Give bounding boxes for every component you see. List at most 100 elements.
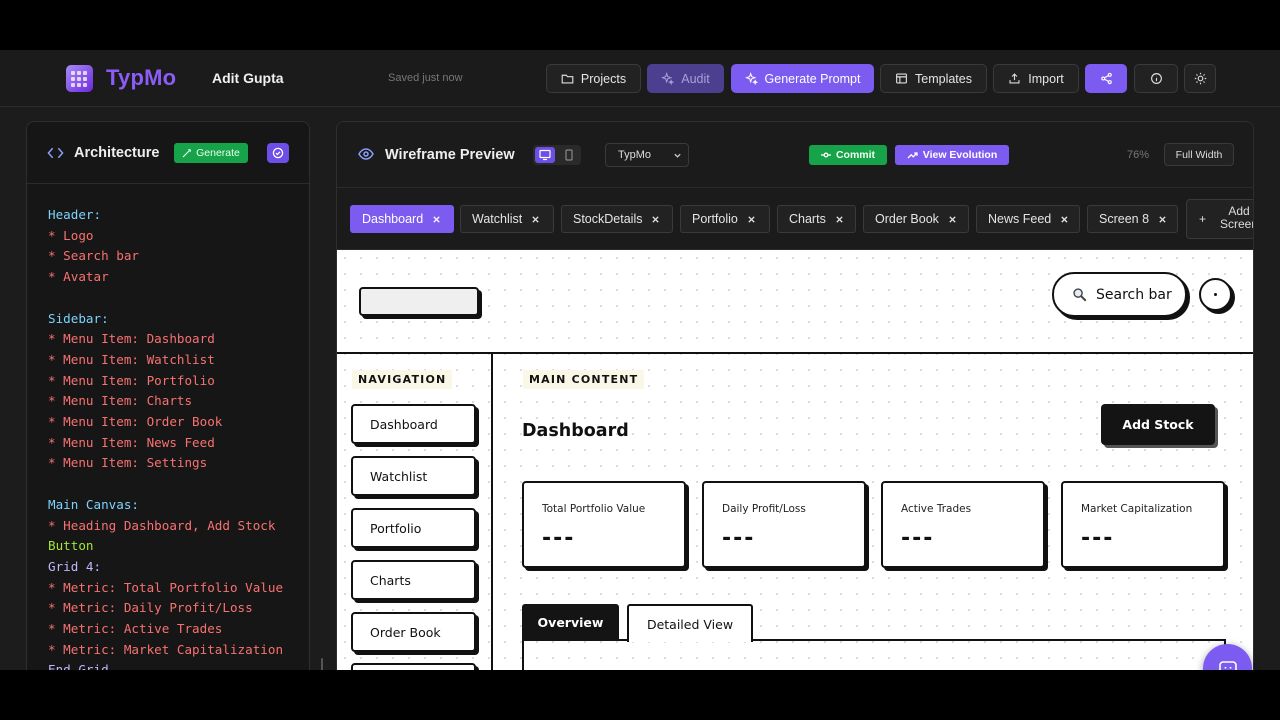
full-width-button[interactable]: Full Width xyxy=(1164,143,1234,166)
import-button[interactable]: Import xyxy=(993,64,1079,93)
wf-metric-label: Daily Profit/Loss xyxy=(722,503,806,515)
share-button[interactable] xyxy=(1085,64,1127,93)
screen-tab[interactable]: StockDetails xyxy=(561,205,673,233)
screen-tab-label: Dashboard xyxy=(362,212,424,226)
wireframe-preview-panel: Wireframe Preview TypMo Commit View Evol… xyxy=(336,121,1254,670)
code-line: Main Canvas: xyxy=(48,496,139,512)
wf-metric-value: --- xyxy=(722,526,756,551)
sparkles-icon xyxy=(661,72,675,85)
code-line: * Menu Item: Portfolio xyxy=(48,372,215,388)
upload-icon xyxy=(1009,73,1020,84)
panel-resize-handle[interactable] xyxy=(321,658,323,670)
close-icon[interactable] xyxy=(835,215,844,224)
close-icon[interactable] xyxy=(1060,215,1069,224)
wf-search-bar: Search bar xyxy=(1052,272,1187,317)
screen-tab[interactable]: Watchlist xyxy=(460,205,554,233)
screen-tab-label: Watchlist xyxy=(472,212,523,226)
code-line: Header: xyxy=(48,207,102,222)
audit-button[interactable]: Audit xyxy=(647,64,724,93)
close-icon[interactable] xyxy=(432,215,441,224)
device-toggle xyxy=(533,145,581,165)
chat-bot-icon xyxy=(1218,660,1237,670)
close-icon[interactable] xyxy=(747,215,756,224)
code-line: ​ xyxy=(48,474,298,495)
wf-metric-card: Daily Profit/Loss --- xyxy=(702,481,866,568)
close-icon[interactable] xyxy=(651,215,660,224)
code-line: * Logo xyxy=(48,227,94,243)
phone-icon xyxy=(565,149,573,161)
top-bar: TypMo Adit Gupta Saved just now Projects… xyxy=(0,50,1280,107)
architecture-panel: Architecture Generate Header: * Logo * Sea… xyxy=(26,121,310,670)
code-line: * Avatar xyxy=(48,269,109,285)
sparkles-icon xyxy=(744,72,758,85)
code-line: ​ xyxy=(48,288,298,309)
wf-main-content-tag: MAIN CONTENT xyxy=(523,370,645,389)
view-evolution-button[interactable]: View Evolution xyxy=(895,145,1009,165)
wf-nav-item: Portfolio xyxy=(351,508,476,548)
screen-tab[interactable]: News Feed xyxy=(976,205,1080,233)
screen-tab[interactable]: Charts xyxy=(777,205,856,233)
wf-add-stock-button: Add Stock xyxy=(1101,404,1215,445)
wf-navigation-tag: NAVIGATION xyxy=(352,370,453,389)
search-icon xyxy=(1073,288,1087,302)
zoom-level: 76% xyxy=(1127,149,1150,161)
code-line: End Grid xyxy=(48,662,109,670)
architecture-code-editor[interactable]: Header:* Logo* Search bar* Avatar​Sideba… xyxy=(48,205,298,670)
app-window: TypMo Adit Gupta Saved just now Projects… xyxy=(0,50,1280,670)
validate-button[interactable] xyxy=(267,143,289,163)
theme-toggle-button[interactable] xyxy=(1184,64,1216,93)
wf-tab-detailed-view: Detailed View xyxy=(627,604,753,642)
wand-icon xyxy=(182,149,192,158)
wf-metric-card: Market Capitalization --- xyxy=(1061,481,1225,568)
monitor-icon xyxy=(539,149,551,161)
desktop-view-button[interactable] xyxy=(535,147,555,163)
wf-nav-item: Dashboard xyxy=(351,404,476,444)
preview-header: Wireframe Preview TypMo Commit View Evol… xyxy=(337,122,1253,188)
code-line: * Menu Item: Charts xyxy=(48,393,193,409)
wf-tab-overview: Overview xyxy=(522,604,619,641)
wireframe-canvas[interactable]: Search bar NAVIGATION MAIN CONTENT Dashb… xyxy=(337,250,1253,670)
info-button[interactable] xyxy=(1134,64,1178,93)
sun-icon xyxy=(1194,72,1206,85)
wf-sidebar-divider xyxy=(491,352,493,670)
wf-metric-card: Total Portfolio Value --- xyxy=(522,481,686,568)
close-icon[interactable] xyxy=(948,215,957,224)
mobile-view-button[interactable] xyxy=(559,147,579,163)
chevron-down-icon xyxy=(674,153,681,158)
code-icon xyxy=(47,147,64,159)
wf-nav-item xyxy=(351,663,476,670)
wf-page-heading: Dashboard xyxy=(522,421,629,441)
wf-metric-label: Total Portfolio Value xyxy=(542,503,646,515)
plus-icon: + xyxy=(1199,212,1207,226)
projects-button[interactable]: Projects xyxy=(546,64,641,93)
eye-icon xyxy=(358,148,374,160)
screen-tab[interactable]: Dashboard xyxy=(350,205,454,233)
screen-tab[interactable]: Screen 8 xyxy=(1087,205,1178,233)
screen-tabs: Dashboard Watchlist StockDetails Portfolio C… xyxy=(337,188,1253,250)
close-icon[interactable] xyxy=(1158,215,1167,224)
project-select[interactable]: TypMo xyxy=(605,143,689,167)
wf-tab-content xyxy=(522,641,1226,670)
code-line: * Menu Item: Watchlist xyxy=(48,351,215,367)
wf-nav-item: Charts xyxy=(351,560,476,600)
add-screen-button[interactable]: + Add Screen xyxy=(1186,199,1253,239)
logo-icon xyxy=(66,65,93,92)
wf-metric-card: Active Trades --- xyxy=(881,481,1045,568)
screen-tab-label: News Feed xyxy=(988,212,1052,226)
generate-prompt-button[interactable]: Generate Prompt xyxy=(731,64,874,93)
wf-header-divider xyxy=(337,352,1253,354)
save-status: Saved just now xyxy=(388,72,463,84)
wf-metric-value: --- xyxy=(542,526,576,551)
wf-nav-item: Order Book xyxy=(351,612,476,652)
wf-nav-item: Watchlist xyxy=(351,456,476,496)
commit-button[interactable]: Commit xyxy=(809,145,887,165)
screen-tab[interactable]: Portfolio xyxy=(680,205,770,233)
templates-button[interactable]: Templates xyxy=(880,64,987,93)
code-line: * Metric: Total Portfolio Value xyxy=(48,579,284,595)
info-icon xyxy=(1150,73,1162,84)
screen-tab[interactable]: Order Book xyxy=(863,205,969,233)
close-icon[interactable] xyxy=(531,215,540,224)
generate-button[interactable]: Generate xyxy=(174,143,248,163)
code-line: Sidebar: xyxy=(48,310,109,326)
code-line: * Metric: Market Capitalization xyxy=(48,641,284,657)
